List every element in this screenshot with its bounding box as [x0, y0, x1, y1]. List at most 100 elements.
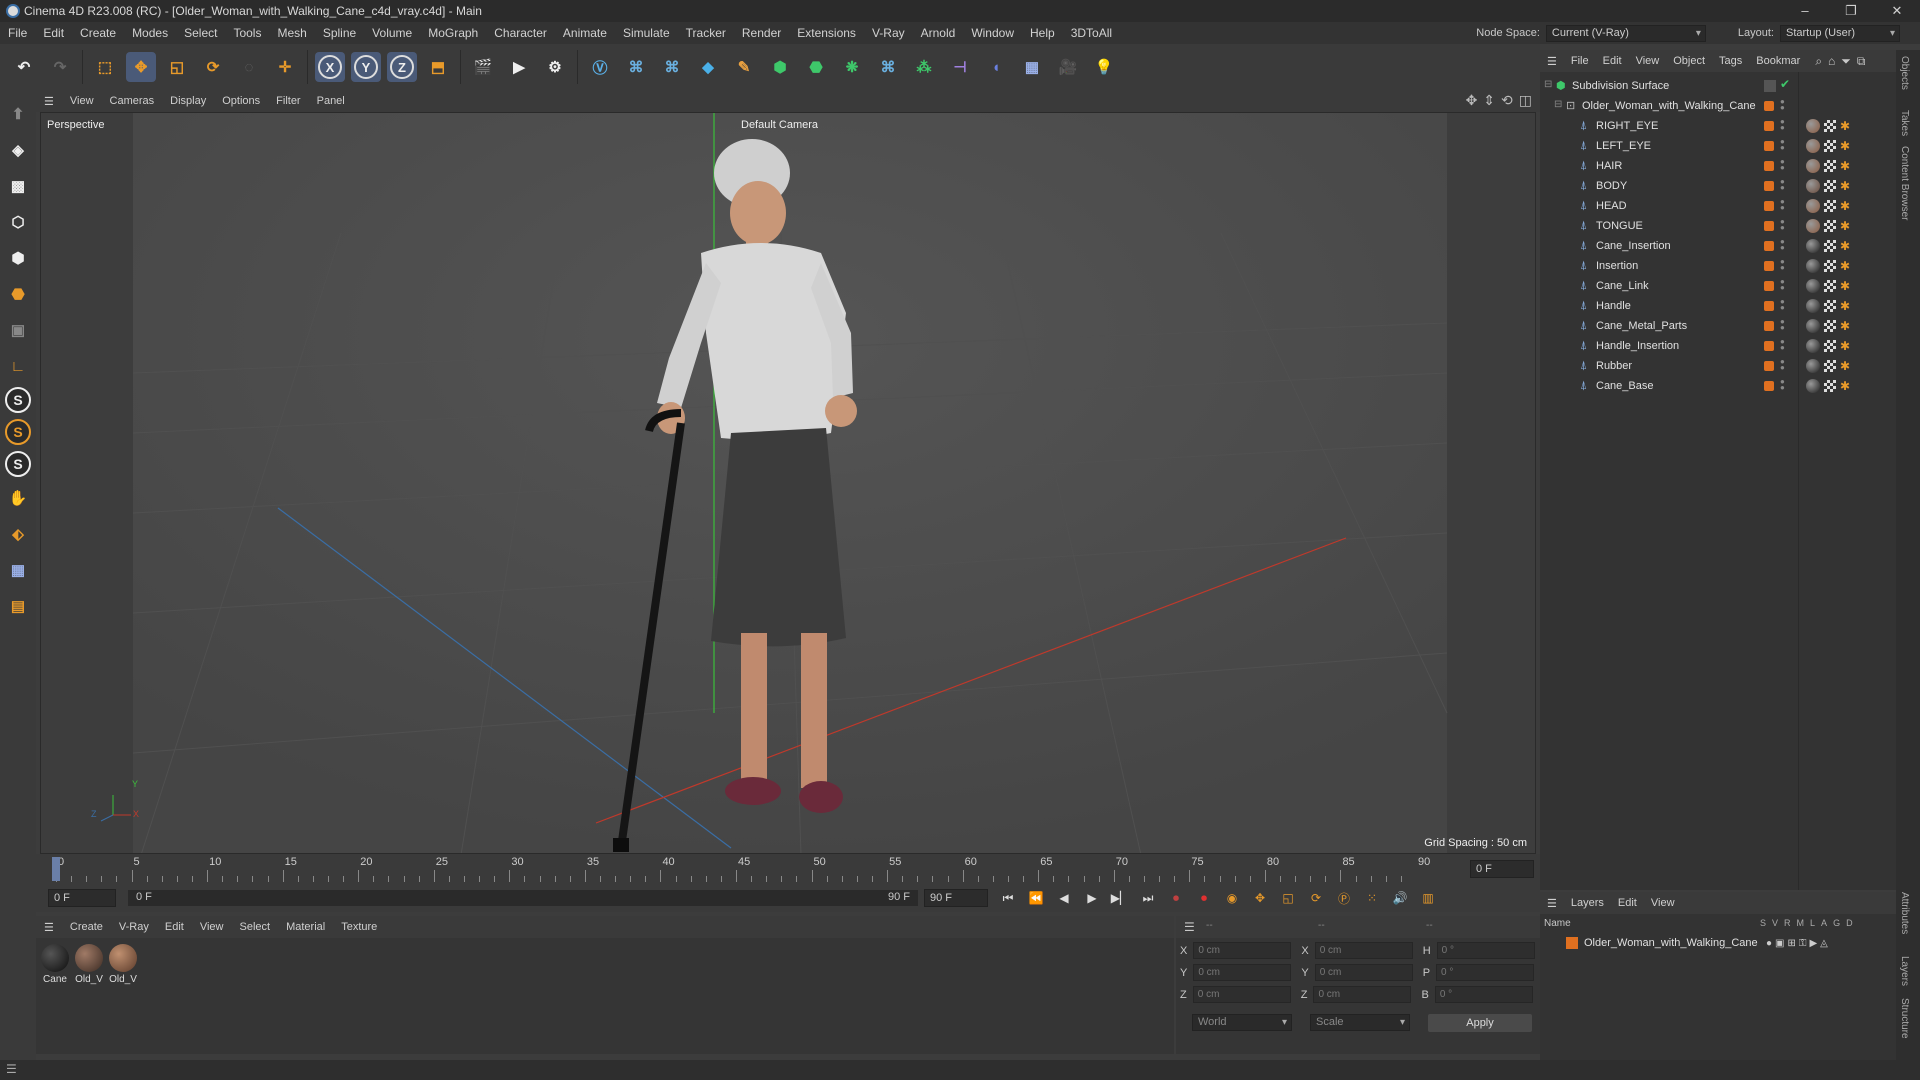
visibility-dots-icon[interactable]: ● ●: [1780, 318, 1785, 332]
prev-key-icon[interactable]: ⏪: [1024, 886, 1048, 910]
object-row[interactable]: ⍋ Insertion ● ● ✱: [1540, 256, 1896, 276]
layers-menu-layers[interactable]: Layers: [1564, 897, 1611, 909]
key-rotation-icon[interactable]: ⟳: [1304, 886, 1328, 910]
texture-mode-icon[interactable]: ▩: [3, 171, 33, 201]
side-tab-content-browser[interactable]: Content Browser: [1899, 146, 1910, 220]
pos-x-field[interactable]: 0 cm: [1193, 942, 1292, 959]
material-tag-icon[interactable]: [1806, 239, 1820, 253]
vray-tag-icon[interactable]: ✱: [1840, 279, 1850, 293]
menu-edit[interactable]: Edit: [35, 22, 72, 44]
axis-mode-icon[interactable]: ∟: [3, 351, 33, 381]
layer-color-tag[interactable]: [1764, 301, 1774, 311]
mat-menu-edit[interactable]: Edit: [157, 921, 192, 933]
side-tab-structure[interactable]: Structure: [1899, 998, 1910, 1039]
mograph-cubes-icon[interactable]: ⁂: [909, 52, 939, 82]
cube-primitive-icon[interactable]: ◆: [693, 52, 723, 82]
goto-end-icon[interactable]: ⏭: [1136, 886, 1160, 910]
object-row[interactable]: ⍋ Handle_Insertion ● ● ✱: [1540, 336, 1896, 356]
object-row[interactable]: ⍋ HEAD ● ● ✱: [1540, 196, 1896, 216]
uvw-tag-icon[interactable]: [1824, 180, 1836, 192]
object-row[interactable]: ⍋ LEFT_EYE ● ● ✱: [1540, 136, 1896, 156]
material-swatch[interactable]: Old_V: [74, 944, 104, 985]
camera-name-label[interactable]: Default Camera: [741, 119, 818, 131]
python-script-icon[interactable]: ⌘: [657, 52, 687, 82]
new-window-icon[interactable]: ⧉: [1857, 54, 1866, 69]
uvw-tag-icon[interactable]: [1824, 220, 1836, 232]
layer-flag-icons[interactable]: ●▣⊞⚿▶◬: [1766, 938, 1831, 949]
object-row[interactable]: ⍋ HAIR ● ● ✱: [1540, 156, 1896, 176]
recent-tool-icon[interactable]: ◌: [234, 52, 264, 82]
viewport-menu-options[interactable]: Options: [214, 95, 268, 107]
menu-extensions[interactable]: Extensions: [789, 22, 864, 44]
playhead[interactable]: [52, 857, 60, 881]
goto-start-icon[interactable]: ⏮: [996, 886, 1020, 910]
menu-window[interactable]: Window: [963, 22, 1022, 44]
menu-3dtoall[interactable]: 3DToAll: [1063, 22, 1120, 44]
start-frame-field[interactable]: 0 F: [48, 889, 116, 907]
side-tab-objects[interactable]: Objects: [1899, 56, 1910, 90]
animation-layout-icon[interactable]: 🔊: [1388, 886, 1412, 910]
tweak-mode-icon[interactable]: ✋: [3, 483, 33, 513]
uvw-tag-icon[interactable]: [1824, 380, 1836, 392]
vray-tag-icon[interactable]: ✱: [1840, 339, 1850, 353]
collapse-icon[interactable]: ⊟: [1554, 99, 1562, 110]
enabled-check-icon[interactable]: ✔: [1780, 77, 1790, 91]
python-generator-icon[interactable]: ⌘: [873, 52, 903, 82]
mat-menu-texture[interactable]: Texture: [333, 921, 385, 933]
snap-icon[interactable]: S: [5, 387, 31, 413]
layer-color-tag[interactable]: [1764, 381, 1774, 391]
menu-tracker[interactable]: Tracker: [678, 22, 734, 44]
menu-arnold[interactable]: Arnold: [913, 22, 964, 44]
key-pla-icon[interactable]: ⁙: [1360, 886, 1384, 910]
mat-menu-create[interactable]: Create: [62, 921, 111, 933]
visibility-dots-icon[interactable]: ● ●: [1780, 338, 1785, 352]
visibility-dots-icon[interactable]: ● ●: [1780, 198, 1785, 212]
mat-menu-view[interactable]: View: [192, 921, 232, 933]
obj-menu-view[interactable]: View: [1629, 55, 1667, 67]
uv-mode-icon[interactable]: ▣: [3, 315, 33, 345]
vray-tag-icon[interactable]: ✱: [1840, 319, 1850, 333]
size-mode-select[interactable]: Scale: [1310, 1014, 1410, 1031]
lock-x-axis-button[interactable]: X: [315, 52, 345, 82]
uvw-tag-icon[interactable]: [1824, 120, 1836, 132]
extrude-icon[interactable]: ⬣: [801, 52, 831, 82]
objects-panel-menu-icon[interactable]: ☰: [1540, 55, 1564, 68]
make-editable-icon[interactable]: ⬆: [3, 99, 33, 129]
undo-icon[interactable]: ↶: [9, 52, 39, 82]
layers-menu-edit[interactable]: Edit: [1611, 897, 1644, 909]
render-picture-viewer-icon[interactable]: ▶: [504, 52, 534, 82]
material-tag-icon[interactable]: [1806, 299, 1820, 313]
uvw-tag-icon[interactable]: [1824, 360, 1836, 372]
layer-color-tag[interactable]: [1764, 321, 1774, 331]
material-tag-icon[interactable]: [1806, 119, 1820, 133]
layers-menu-view[interactable]: View: [1644, 897, 1682, 909]
uvw-tag-icon[interactable]: [1824, 280, 1836, 292]
vray-tag-icon[interactable]: ✱: [1840, 219, 1850, 233]
viewport-panel-menu-icon[interactable]: ☰: [36, 95, 62, 108]
object-row[interactable]: ⍋ RIGHT_EYE ● ● ✱: [1540, 116, 1896, 136]
deformer-icon[interactable]: ⊣: [945, 52, 975, 82]
end-frame-field[interactable]: 90 F: [924, 889, 988, 907]
material-tag-icon[interactable]: [1806, 219, 1820, 233]
live-selection-icon[interactable]: ⬚: [90, 52, 120, 82]
timeline-icon[interactable]: ▥: [1416, 886, 1440, 910]
object-row[interactable]: ⍋ Handle ● ● ✱: [1540, 296, 1896, 316]
placement-tool-icon[interactable]: ✛: [270, 52, 300, 82]
viewport-menu-panel[interactable]: Panel: [309, 95, 353, 107]
obj-menu-bookmarks[interactable]: Bookmar: [1749, 55, 1807, 67]
menu-spline[interactable]: Spline: [315, 22, 364, 44]
layer-color-tag[interactable]: [1764, 241, 1774, 251]
status-menu-icon[interactable]: ☰: [6, 1062, 17, 1076]
menu-render[interactable]: Render: [734, 22, 789, 44]
vray-tag-icon[interactable]: ✱: [1840, 199, 1850, 213]
vray-icon[interactable]: Ⓥ: [585, 52, 615, 82]
locked-workplane-icon[interactable]: ▤: [3, 591, 33, 621]
material-tag-icon[interactable]: [1806, 259, 1820, 273]
zoom-view-icon[interactable]: ⇕: [1483, 92, 1495, 109]
material-tag-icon[interactable]: [1806, 279, 1820, 293]
subdivision-icon[interactable]: ⬢: [765, 52, 795, 82]
redo-icon[interactable]: ↷: [45, 52, 75, 82]
side-tab-takes[interactable]: Takes: [1899, 110, 1910, 136]
layer-color-tag[interactable]: [1764, 101, 1774, 111]
vray-tag-icon[interactable]: ✱: [1840, 299, 1850, 313]
